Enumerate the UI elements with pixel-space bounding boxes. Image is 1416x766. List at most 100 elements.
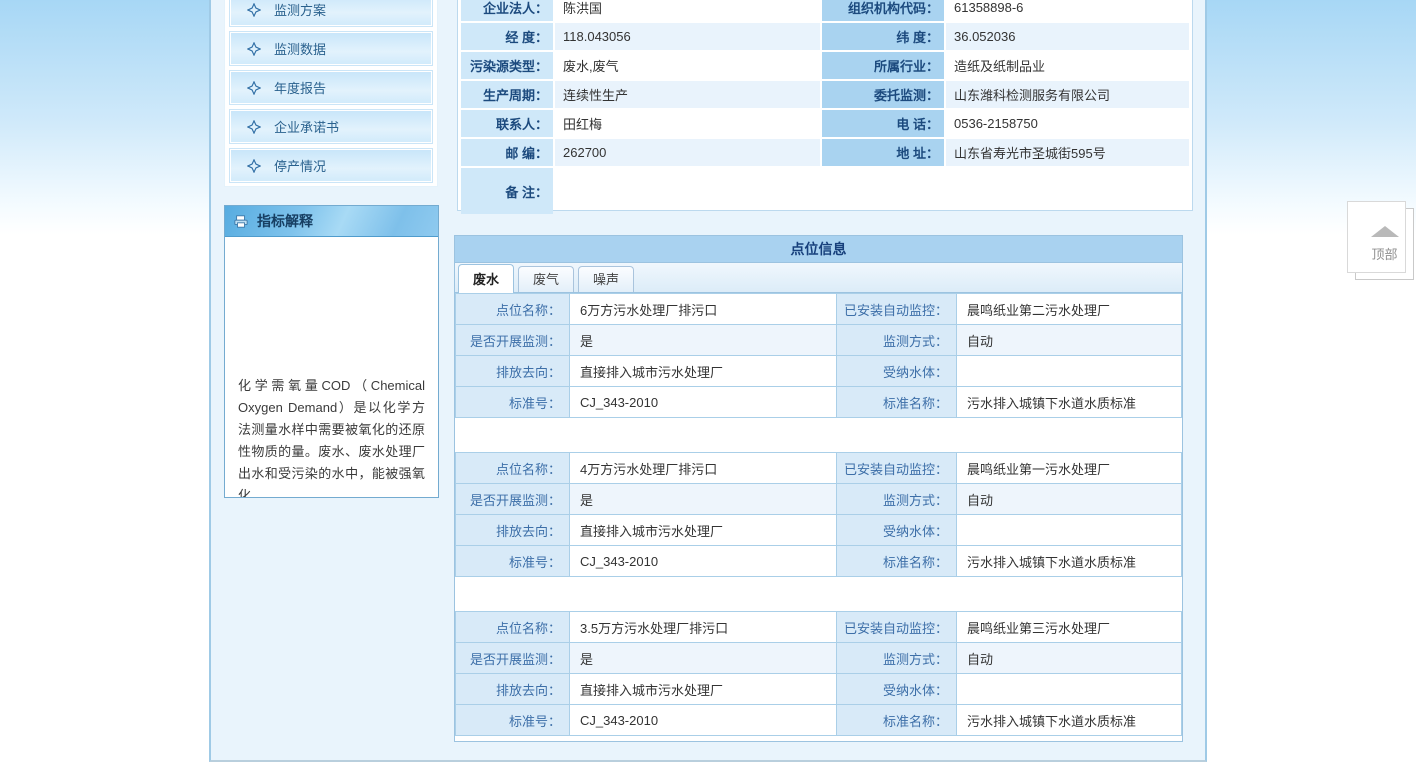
diamond-icon bbox=[247, 3, 261, 17]
arrow-up-icon bbox=[1371, 226, 1399, 237]
point-info-section: 点位信息 废水 废气 噪声 点位名称： 6万方污水处理厂排污口 已安装自动监控：… bbox=[454, 235, 1183, 742]
field-value: 陈洪国 bbox=[555, 0, 820, 21]
field-label: 委托监测： bbox=[822, 81, 944, 108]
field-value bbox=[957, 515, 1182, 546]
field-label: 受纳水体： bbox=[837, 515, 957, 546]
field-label: 电 话： bbox=[822, 110, 944, 137]
company-info-panel: 企业法人： 陈洪国 组织机构代码： 61358898-6 经 度： 118.04… bbox=[457, 0, 1193, 211]
field-value: 自动 bbox=[957, 643, 1182, 674]
printer-icon bbox=[234, 214, 248, 228]
field-label: 生产周期： bbox=[461, 81, 553, 108]
field-label: 标准号： bbox=[456, 546, 570, 577]
field-label: 点位名称： bbox=[456, 453, 570, 484]
tab-wastewater[interactable]: 废水 bbox=[458, 264, 514, 293]
field-value: CJ_343-2010 bbox=[570, 705, 837, 736]
field-value bbox=[957, 674, 1182, 705]
field-label: 是否开展监测： bbox=[456, 325, 570, 356]
field-label: 排放去向： bbox=[456, 356, 570, 387]
field-value: 4万方污水处理厂排污口 bbox=[570, 453, 837, 484]
field-label: 标准名称： bbox=[837, 705, 957, 736]
table-row: 生产周期： 连续性生产 委托监测： 山东潍科检测服务有限公司 bbox=[461, 81, 1189, 108]
field-label: 排放去向： bbox=[456, 674, 570, 705]
point-table: 点位名称： 6万方污水处理厂排污口 已安装自动监控： 晨鸣纸业第二污水处理厂 是… bbox=[455, 293, 1182, 418]
diamond-icon bbox=[247, 159, 261, 173]
field-value: CJ_343-2010 bbox=[570, 546, 837, 577]
field-value: 田红梅 bbox=[555, 110, 820, 137]
field-value: 山东潍科检测服务有限公司 bbox=[946, 81, 1189, 108]
field-label: 邮 编： bbox=[461, 139, 553, 166]
field-label: 污染源类型： bbox=[461, 52, 553, 79]
field-value: 废水,废气 bbox=[555, 52, 820, 79]
field-value: 晨鸣纸业第三污水处理厂 bbox=[957, 612, 1182, 643]
field-label: 备 注： bbox=[461, 168, 553, 214]
field-label: 标准号： bbox=[456, 387, 570, 418]
field-value: 262700 bbox=[555, 139, 820, 166]
field-label: 是否开展监测： bbox=[456, 643, 570, 674]
sidebar-item-monitoring-data[interactable]: 监测数据 bbox=[230, 32, 432, 65]
diamond-icon bbox=[247, 81, 261, 95]
table-row: 标准号： CJ_343-2010 标准名称： 污水排入城镇下水道水质标准 bbox=[456, 546, 1182, 577]
field-value: 山东省寿光市圣城街595号 bbox=[946, 139, 1189, 166]
back-to-top-button[interactable]: 顶部 bbox=[1355, 208, 1414, 280]
field-value: 直接排入城市污水处理厂 bbox=[570, 356, 837, 387]
table-row: 排放去向： 直接排入城市污水处理厂 受纳水体： bbox=[456, 515, 1182, 546]
table-row: 是否开展监测： 是 监测方式： 自动 bbox=[456, 643, 1182, 674]
sidebar-item-commitment-letter[interactable]: 企业承诺书 bbox=[230, 110, 432, 143]
diamond-icon bbox=[247, 42, 261, 56]
field-label: 监测方式： bbox=[837, 643, 957, 674]
field-label: 已安装自动监控： bbox=[837, 612, 957, 643]
table-row: 联系人： 田红梅 电 话： 0536-2158750 bbox=[461, 110, 1189, 137]
table-row: 排放去向： 直接排入城市污水处理厂 受纳水体： bbox=[456, 356, 1182, 387]
field-label: 受纳水体： bbox=[837, 674, 957, 705]
field-value: 自动 bbox=[957, 484, 1182, 515]
tab-noise[interactable]: 噪声 bbox=[578, 266, 634, 292]
field-label: 联系人： bbox=[461, 110, 553, 137]
section-title: 点位信息 bbox=[454, 235, 1183, 262]
field-value: 0536-2158750 bbox=[946, 110, 1189, 137]
point-tab-content: 点位名称： 6万方污水处理厂排污口 已安装自动监控： 晨鸣纸业第二污水处理厂 是… bbox=[454, 292, 1183, 742]
field-label: 组织机构代码： bbox=[822, 0, 944, 21]
table-row: 经 度： 118.043056 纬 度： 36.052036 bbox=[461, 23, 1189, 50]
sidebar-item-production-halt[interactable]: 停产情况 bbox=[230, 149, 432, 182]
point-table: 点位名称： 3.5万方污水处理厂排污口 已安装自动监控： 晨鸣纸业第三污水处理厂… bbox=[455, 611, 1182, 736]
indicator-explanation-header: 指标解释 bbox=[225, 206, 438, 237]
table-row: 备 注： bbox=[461, 168, 1189, 214]
field-value: 污水排入城镇下水道水质标准 bbox=[957, 387, 1182, 418]
point-table: 点位名称： 4万方污水处理厂排污口 已安装自动监控： 晨鸣纸业第一污水处理厂 是… bbox=[455, 452, 1182, 577]
table-row: 是否开展监测： 是 监测方式： 自动 bbox=[456, 325, 1182, 356]
field-label: 经 度： bbox=[461, 23, 553, 50]
sidebar-item-label: 年度报告 bbox=[274, 78, 326, 97]
field-value: 36.052036 bbox=[946, 23, 1189, 50]
field-value: 晨鸣纸业第二污水处理厂 bbox=[957, 294, 1182, 325]
field-value: 污水排入城镇下水道水质标准 bbox=[957, 546, 1182, 577]
sidebar-menu: 监测方案 监测数据 年度报告 企业承诺书 停产情况 bbox=[224, 0, 438, 187]
field-value bbox=[957, 356, 1182, 387]
field-label: 是否开展监测： bbox=[456, 484, 570, 515]
field-label: 标准名称： bbox=[837, 387, 957, 418]
indicator-explanation-title: 指标解释 bbox=[257, 211, 313, 231]
sidebar-item-annual-report[interactable]: 年度报告 bbox=[230, 71, 432, 104]
field-value: 直接排入城市污水处理厂 bbox=[570, 674, 837, 705]
field-value: 造纸及纸制品业 bbox=[946, 52, 1189, 79]
field-value: 自动 bbox=[957, 325, 1182, 356]
field-value: CJ_343-2010 bbox=[570, 387, 837, 418]
diamond-icon bbox=[247, 120, 261, 134]
table-row: 标准号： CJ_343-2010 标准名称： 污水排入城镇下水道水质标准 bbox=[456, 387, 1182, 418]
field-label: 已安装自动监控： bbox=[837, 294, 957, 325]
field-label: 企业法人： bbox=[461, 0, 553, 21]
tab-waste-gas[interactable]: 废气 bbox=[518, 266, 574, 292]
sidebar-item-label: 企业承诺书 bbox=[274, 117, 339, 136]
field-label: 受纳水体： bbox=[837, 356, 957, 387]
table-row: 点位名称： 4万方污水处理厂排污口 已安装自动监控： 晨鸣纸业第一污水处理厂 bbox=[456, 453, 1182, 484]
indicator-explanation-panel: 指标解释 化学需氧量COD（Chemical Oxygen Demand）是以化… bbox=[224, 205, 439, 498]
field-value: 晨鸣纸业第一污水处理厂 bbox=[957, 453, 1182, 484]
table-row: 点位名称： 6万方污水处理厂排污口 已安装自动监控： 晨鸣纸业第二污水处理厂 bbox=[456, 294, 1182, 325]
sidebar-item-monitoring-plan[interactable]: 监测方案 bbox=[230, 0, 432, 26]
field-value bbox=[555, 168, 1189, 214]
table-row: 污染源类型： 废水,废气 所属行业： 造纸及纸制品业 bbox=[461, 52, 1189, 79]
field-label: 地 址： bbox=[822, 139, 944, 166]
field-value: 污水排入城镇下水道水质标准 bbox=[957, 705, 1182, 736]
table-row: 排放去向： 直接排入城市污水处理厂 受纳水体： bbox=[456, 674, 1182, 705]
page-container: 监测方案 监测数据 年度报告 企业承诺书 停产情况 bbox=[209, 0, 1207, 762]
field-label: 监测方式： bbox=[837, 325, 957, 356]
